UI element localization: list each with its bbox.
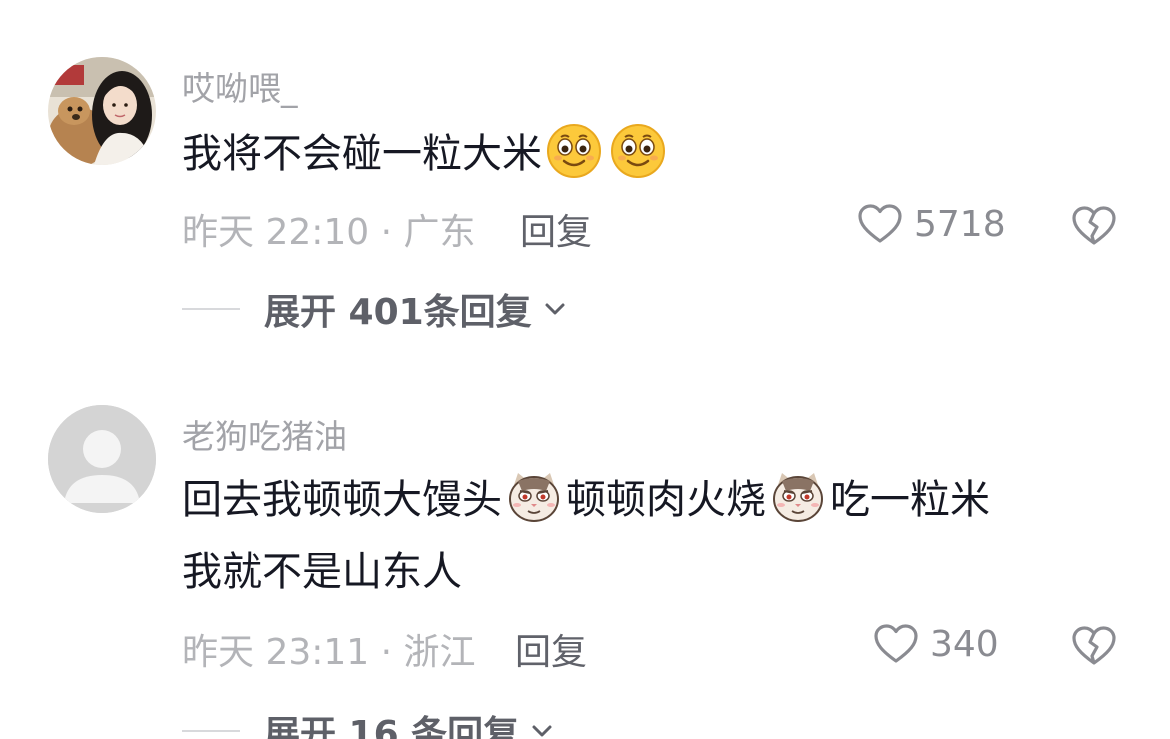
broken-heart-icon xyxy=(1072,206,1116,245)
expand-replies-button[interactable]: 展开 401条回复 xyxy=(182,283,568,335)
comment-meta: 昨天 22:10 · 广东 xyxy=(182,212,476,253)
comment-item: 哎呦喂_ 我将不会碰一粒大米 昨天 22:10 · 广东 回复 5718 展开 … xyxy=(0,0,1170,350)
expand-replies-label: 展开 16 条回复 xyxy=(264,714,520,739)
avatar[interactable] xyxy=(48,57,156,165)
comment-text: 回去我顿顿大馒头 顿顿肉火烧 吃一粒米 我就不是山东人 xyxy=(182,464,1112,608)
expand-replies-button[interactable]: 展开 16 条回复 xyxy=(182,705,555,739)
smiling-face-emoji-icon xyxy=(610,123,666,179)
heart-icon xyxy=(874,624,918,663)
cat-face-emoji-icon xyxy=(506,469,562,525)
chevron-down-icon xyxy=(532,725,552,737)
default-avatar-icon xyxy=(48,405,156,513)
like-count: 340 xyxy=(930,623,999,665)
comment-text-segment: 顿顿肉火烧 xyxy=(566,477,766,523)
like-count: 5718 xyxy=(914,203,1006,245)
avatar[interactable] xyxy=(48,405,156,513)
comment-list: 哎呦喂_ 我将不会碰一粒大米 昨天 22:10 · 广东 回复 5718 展开 … xyxy=(0,0,1170,739)
comment-text-segment: 回去我顿顿大馒头 xyxy=(182,477,502,523)
comment-text: 我将不会碰一粒大米 xyxy=(182,118,670,190)
comment-text-segment: 我将不会碰一粒大米 xyxy=(182,131,542,177)
chevron-down-icon xyxy=(545,303,565,315)
comment-item: 老狗吃猪油 回去我顿顿大馒头 顿顿肉火烧 吃一粒米 我就不是山东人 昨天 23:11… xyxy=(0,350,1170,739)
comment-meta: 昨天 23:11 · 浙江 xyxy=(182,632,476,673)
comment-text-line: 回去我顿顿大馒头 顿顿肉火烧 吃一粒米 xyxy=(182,464,1112,536)
heart-icon xyxy=(858,204,902,243)
dislike-button[interactable] xyxy=(1070,622,1118,670)
comment-text-segment: 吃一粒米 xyxy=(830,477,990,523)
username[interactable]: 哎呦喂_ xyxy=(182,62,298,110)
divider-line xyxy=(182,730,240,732)
like-button[interactable]: 340 xyxy=(872,620,999,668)
reply-button[interactable]: 回复 xyxy=(515,623,587,675)
comment-text-line: 我就不是山东人 xyxy=(182,549,462,595)
expand-replies-label: 展开 401条回复 xyxy=(264,292,532,333)
username[interactable]: 老狗吃猪油 xyxy=(182,410,347,458)
like-button[interactable]: 5718 xyxy=(856,200,1006,248)
divider-line xyxy=(182,308,240,310)
reply-button[interactable]: 回复 xyxy=(520,203,592,255)
broken-heart-icon xyxy=(1072,626,1116,665)
cat-face-emoji-icon xyxy=(770,469,826,525)
smiling-face-emoji-icon xyxy=(546,123,602,179)
dislike-button[interactable] xyxy=(1070,202,1118,250)
